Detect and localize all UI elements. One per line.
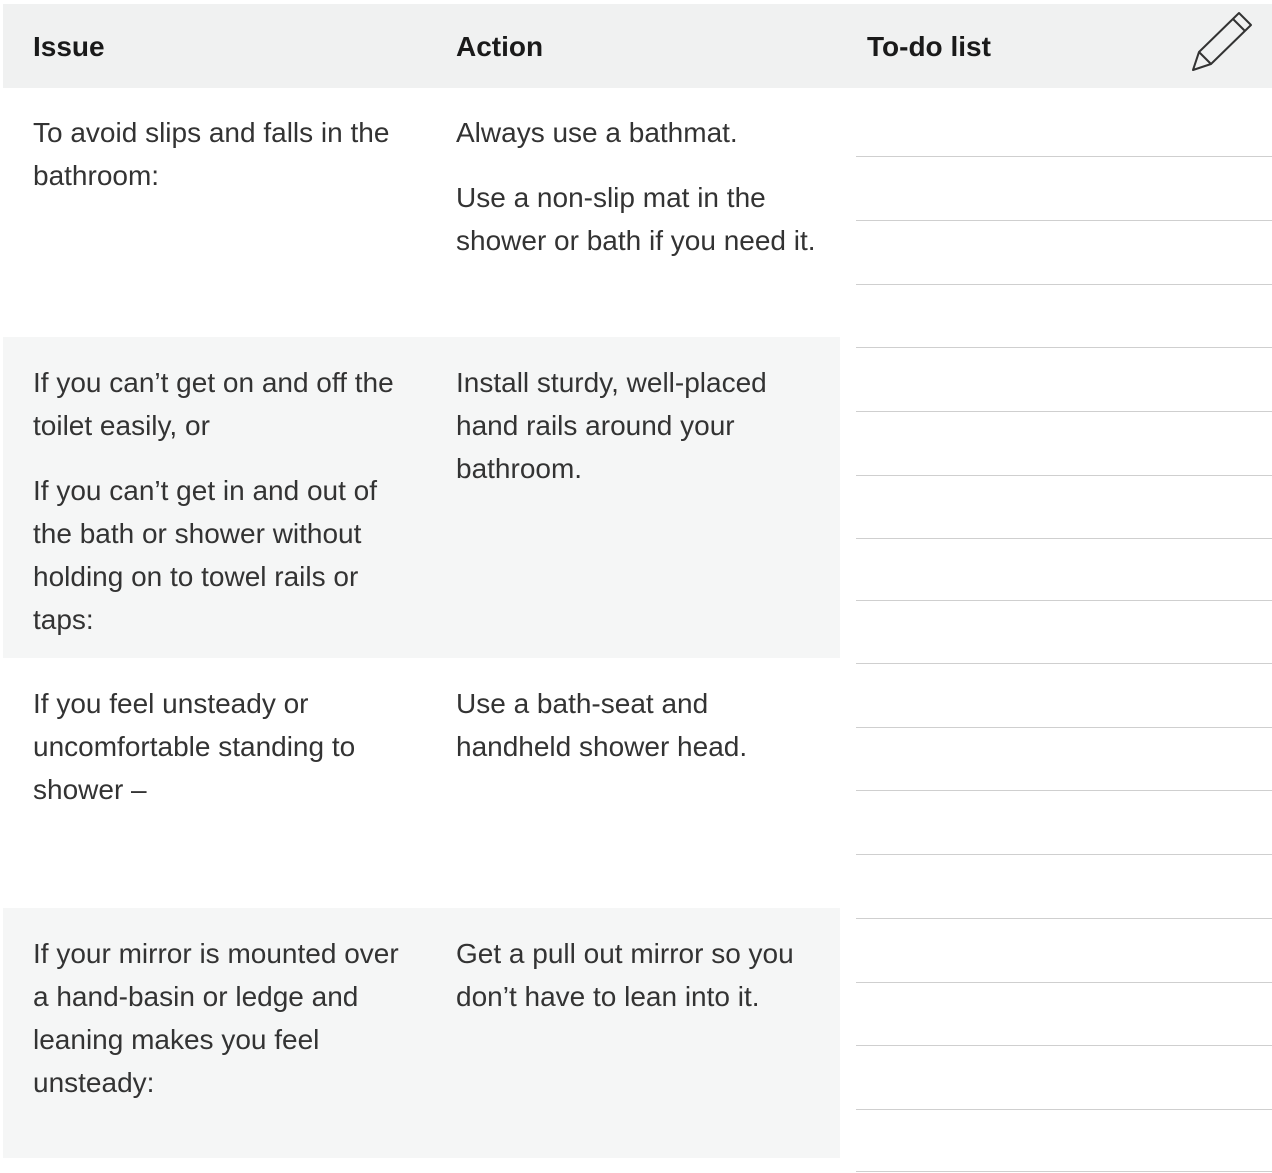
header-todo-list: To-do list [867,31,991,62]
issue-text: If you can’t get on and off the toilet e… [33,367,394,441]
todo-line[interactable] [856,411,1272,412]
issue-text: To avoid slips and falls in the bathroom… [33,117,390,191]
header-issue: Issue [33,31,105,62]
issue-text: If you can’t get in and out of the bath … [33,475,378,635]
action-text: Use a non-slip mat in the shower or bath… [456,182,816,256]
action-text: Use a bath-seat and handheld shower head… [456,688,748,762]
issue-text: If your mirror is mounted over a hand-ba… [33,938,399,1098]
row-2-action: Install sturdy, well-placed hand rails a… [456,361,826,490]
todo-line[interactable] [856,220,1272,221]
pencil-icon [1192,12,1252,71]
table-header [3,4,1272,88]
row-3-action: Use a bath-seat and handheld shower head… [456,682,826,768]
todo-line[interactable] [856,918,1272,919]
row-1-action: Always use a bathmat. Use a non-slip mat… [456,111,826,262]
row-3-issue: If you feel unsteady or uncomfortable st… [33,682,413,811]
todo-line[interactable] [856,475,1272,476]
action-text: Always use a bathmat. [456,117,738,148]
action-text: Get a pull out mirror so you don’t have … [456,938,794,1012]
header-action: Action [456,31,544,62]
row-4-issue: If your mirror is mounted over a hand-ba… [33,932,413,1104]
issue-text: If you feel unsteady or uncomfortable st… [33,688,356,805]
todo-line[interactable] [856,538,1272,539]
row-4-action: Get a pull out mirror so you don’t have … [456,932,826,1018]
todo-line[interactable] [856,347,1272,348]
action-text: Install sturdy, well-placed hand rails a… [456,367,767,484]
todo-line[interactable] [856,600,1272,601]
todo-line[interactable] [856,1109,1272,1110]
todo-line[interactable] [856,1171,1272,1172]
todo-line[interactable] [856,790,1272,791]
todo-line[interactable] [856,1045,1272,1046]
todo-line[interactable] [856,156,1272,157]
todo-line[interactable] [856,284,1272,285]
todo-line[interactable] [856,982,1272,983]
todo-line[interactable] [856,854,1272,855]
row-2-issue: If you can’t get on and off the toilet e… [33,361,413,641]
row-1-issue: To avoid slips and falls in the bathroom… [33,111,413,197]
todo-line[interactable] [856,663,1272,664]
todo-line[interactable] [856,727,1272,728]
